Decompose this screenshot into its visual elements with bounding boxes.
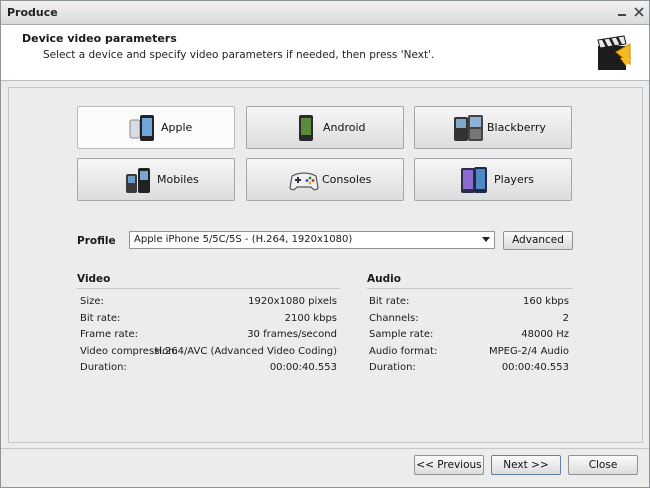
device-button-mobiles[interactable]: Mobiles [77,158,235,201]
video-divider [77,288,340,289]
title-bar[interactable]: Produce [1,1,649,25]
clapperboard-icon [597,35,632,70]
page-subtitle: Select a device and specify video parame… [43,49,435,61]
blackberry-icon [454,115,483,141]
device-button-android[interactable]: Android [246,106,404,149]
iphone-icon [129,115,154,141]
advanced-button[interactable]: Advanced [503,231,573,250]
device-label: Players [494,173,534,186]
produce-window: Produce Device video parameters Select a… [0,0,650,488]
audio-row: Bit rate: 160 kbps [369,296,569,307]
mobile-phones-icon [126,168,150,193]
android-phone-icon [299,115,313,141]
device-button-blackberry[interactable]: Blackberry [414,106,572,149]
previous-button[interactable]: << Previous [414,455,484,475]
video-row: Size: 1920x1080 pixels [80,296,337,307]
chevron-down-icon[interactable] [482,237,490,242]
device-label: Apple [161,121,193,134]
media-player-icon [461,167,487,193]
video-section-title: Video [77,273,111,285]
video-row: Frame rate: 30 frames/second [80,329,337,340]
audio-row: Sample rate: 48000 Hz [369,329,569,340]
device-button-consoles[interactable]: Consoles [246,158,404,201]
close-button[interactable]: Close [568,455,638,475]
close-icon[interactable] [632,5,646,19]
next-button[interactable]: Next >> [491,455,561,475]
profile-selected-value: Apple iPhone 5/5C/5S - (H.264, 1920x1080… [134,234,353,245]
minimize-icon[interactable] [615,5,629,19]
profile-dropdown[interactable]: Apple iPhone 5/5C/5S - (H.264, 1920x1080… [129,231,495,249]
device-button-players[interactable]: Players [414,158,572,201]
video-row: Duration: 00:00:40.553 [80,362,337,373]
audio-row: Duration: 00:00:40.553 [369,362,569,373]
device-label: Mobiles [157,173,199,186]
window-title: Produce [7,6,58,19]
page-title: Device video parameters [22,32,177,45]
audio-section-title: Audio [367,273,401,285]
footer-divider [1,448,649,449]
video-row: Video compression: H.264/AVC (Advanced Vi… [80,346,337,357]
audio-divider [367,288,573,289]
device-label: Blackberry [487,121,546,134]
gamepad-icon [289,172,319,191]
device-label: Android [323,121,366,134]
profile-label: Profile [77,235,116,247]
audio-row: Channels: 2 [369,313,569,324]
video-row: Bit rate: 2100 kbps [80,313,337,324]
wizard-header: Device video parameters Select a device … [1,25,649,81]
device-label: Consoles [322,173,372,186]
audio-row: Audio format: MPEG-2/4 Audio [369,346,569,357]
device-button-apple[interactable]: Apple [77,106,235,149]
